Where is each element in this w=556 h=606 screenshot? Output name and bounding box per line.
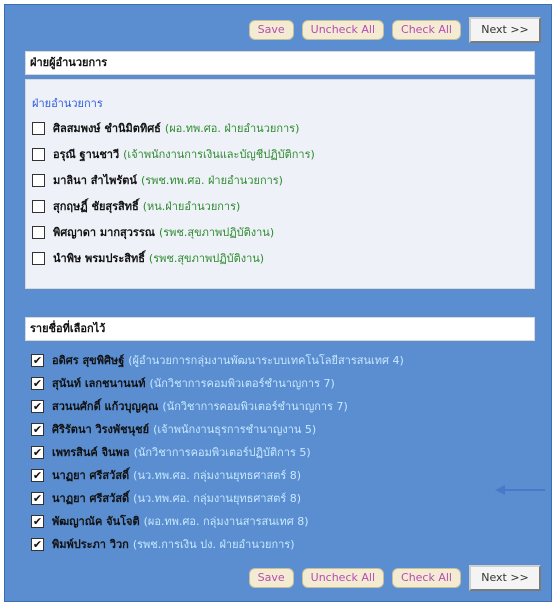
checkbox[interactable]: ✔ — [31, 399, 44, 413]
selected-list: ✔ อดิศร สุขพิศิษฐ์ (ผู้อำนวยการกลุ่มงานพัฒ… — [25, 350, 535, 560]
check-all-button[interactable]: Check All — [392, 20, 461, 40]
checkbox[interactable] — [32, 147, 45, 161]
person-name: อดิศร สุขพิศิษฐ์ — [52, 354, 125, 367]
person-name: นาฏยา ศรีสวัสดิ์ — [52, 492, 130, 505]
available-section-header: ฝ่ายผู้อำนวยการ — [25, 51, 535, 75]
list-item[interactable]: ✔ พิมพ์ประภา วิวก (รพช.การเงิน ปง. ฝ่ายอำน… — [31, 534, 295, 554]
checkbox[interactable] — [32, 121, 45, 135]
person-title: (รพช.สุขภาพปฏิบัติงาน) — [148, 252, 265, 265]
person-name: ศิลสมพงษ์ ชำนิมิตทิศธ์ — [53, 122, 161, 135]
checkbox[interactable]: ✔ — [31, 514, 44, 528]
uncheck-all-button[interactable]: Uncheck All — [301, 20, 385, 40]
person-name: สวนนศักดิ์ แก้วบุญคุณ — [52, 400, 159, 413]
checkbox[interactable] — [32, 251, 45, 265]
person-title: (นักวิชาการคอมพิวเตอร์ชำนาญการ 7) — [149, 377, 335, 390]
list-item[interactable]: นำพิษ พรมประสิทธิ์ (รพช.สุขภาพปฏิบัติงาน) — [32, 248, 264, 268]
user-selection-panel: Save Uncheck All Check All Next >> ฝ่ายผ… — [4, 4, 552, 602]
available-list: ฝ่ายอำนวยการ ศิลสมพงษ์ ชำนิมิตทิศธ์ (ผอ.ท… — [25, 79, 535, 289]
person-name: ศิริรัตนา วิรงพัชนุชย์ — [52, 423, 150, 436]
group-label: ฝ่ายอำนวยการ — [32, 97, 103, 110]
person-title: (รพช.การเงิน ปง. ฝ่ายอำนวยการ) — [132, 538, 295, 551]
list-item[interactable]: สุกฤษฏิ์ ชัยสุรสิทธิ์ (หน.ฝ่ายอำนวยการ) — [32, 196, 240, 216]
checkbox[interactable]: ✔ — [31, 491, 44, 505]
person-title: (ผอ.ทพ.ศอ. ฝ่ายอำนวยการ) — [164, 122, 300, 135]
next-button-bottom[interactable]: Next >> — [469, 565, 541, 591]
person-title: (นักวิชาการคอมพิวเตอร์ชำนาญการ 7) — [162, 400, 348, 413]
person-title: (ผอ.ทพ.ศอ. กลุ่มงานสารสนเทศ 8) — [143, 515, 309, 528]
person-title: (รพช.สุขภาพปฏิบัติงาน) — [158, 226, 275, 239]
person-name: อรุณี ฐานชาวี — [53, 148, 120, 161]
checkbox[interactable]: ✔ — [31, 468, 44, 482]
next-button[interactable]: Next >> — [469, 17, 541, 43]
list-item[interactable]: ✔ สวนนศักดิ์ แก้วบุญคุณ (นักวิชาการคอมพิวเ… — [31, 396, 348, 416]
checkbox[interactable] — [32, 173, 45, 187]
list-item[interactable]: ✔ ศิริรัตนา วิรงพัชนุชย์ (เจ้าพนักงานธุรกา… — [31, 419, 316, 439]
list-item[interactable]: ✔ พัฒญาณัค จันโจติ (ผอ.ทพ.ศอ. กลุ่มงานสารส… — [31, 511, 309, 531]
person-title: (ผู้อำนวยการกลุ่มงานพัฒนาระบบเทคโนโลยีสา… — [128, 354, 404, 367]
list-item[interactable]: พิศญาดา มากสุวรรณ (รพช.สุขภาพปฏิบัติงาน) — [32, 222, 274, 242]
list-item[interactable]: ✔ นาฏยา ศรีสวัสดิ์ (นว.ทพ.ศอ. กลุ่มงานยุทธ… — [31, 465, 301, 485]
person-title: (เจ้าพนักงานธุรการชำนาญงาน 5) — [153, 423, 317, 436]
list-item[interactable]: ✔ นาฏยา ศรีสวัสดิ์ (นว.ทพ.ศอ. กลุ่มงานยุทธ… — [31, 488, 301, 508]
person-title: (นว.ทพ.ศอ. กลุ่มงานยุทธศาสตร์ 8) — [133, 492, 302, 505]
checkbox[interactable]: ✔ — [31, 376, 44, 390]
person-name: พิศญาดา มากสุวรรณ — [53, 226, 155, 239]
list-item[interactable]: ✔ เพทรสินค์ จินพล (นักวิชาการคอมพิวเตอร์ปฏ… — [31, 442, 311, 462]
person-title: (เจ้าพนักงานการเงินและบัญชีปฏิบัติการ) — [123, 148, 315, 161]
top-toolbar: Save Uncheck All Check All Next >> — [248, 17, 541, 43]
person-name: สุกฤษฏิ์ ชัยสุรสิทธิ์ — [53, 200, 139, 213]
list-item[interactable]: มาลินา สำไพรัตน์ (รพช.ทพ.ศอ. ฝ่ายอำนวยการ… — [32, 170, 283, 190]
checkbox[interactable]: ✔ — [31, 537, 44, 551]
save-button-bottom[interactable]: Save — [248, 568, 294, 588]
person-name: มาลินา สำไพรัตน์ — [53, 174, 137, 187]
person-name: นำพิษ พรมประสิทธิ์ — [53, 252, 145, 265]
person-name: สุนันท์ เลกชนานนท์ — [52, 377, 146, 390]
left-arrow-icon — [495, 485, 545, 495]
person-name: เพทรสินค์ จินพล — [52, 446, 130, 459]
person-title: (หน.ฝ่ายอำนวยการ) — [142, 200, 241, 213]
person-name: พิมพ์ประภา วิวก — [52, 538, 129, 551]
checkbox[interactable]: ✔ — [31, 422, 44, 436]
person-name: พัฒญาณัค จันโจติ — [52, 515, 140, 528]
save-button[interactable]: Save — [248, 20, 294, 40]
list-item[interactable]: ✔ สุนันท์ เลกชนานนท์ (นักวิชาการคอมพิวเตอร… — [31, 373, 335, 393]
checkbox[interactable] — [32, 199, 45, 213]
person-title: (นักวิชาการคอมพิวเตอร์ปฏิบัติการ 5) — [133, 446, 311, 459]
selected-section-header: รายชื่อที่เลือกไว้ — [25, 317, 535, 341]
uncheck-all-button-bottom[interactable]: Uncheck All — [301, 568, 385, 588]
person-title: (รพช.ทพ.ศอ. ฝ่ายอำนวยการ) — [140, 174, 283, 187]
checkbox[interactable]: ✔ — [31, 353, 44, 367]
bottom-toolbar: Save Uncheck All Check All Next >> — [248, 565, 541, 591]
checkbox[interactable]: ✔ — [31, 445, 44, 459]
list-item[interactable]: ✔ อดิศร สุขพิศิษฐ์ (ผู้อำนวยการกลุ่มงานพัฒ… — [31, 350, 404, 370]
check-all-button-bottom[interactable]: Check All — [392, 568, 461, 588]
person-name: นาฏยา ศรีสวัสดิ์ — [52, 469, 130, 482]
list-item[interactable]: ศิลสมพงษ์ ชำนิมิตทิศธ์ (ผอ.ทพ.ศอ. ฝ่ายอำน… — [32, 118, 299, 138]
person-title: (นว.ทพ.ศอ. กลุ่มงานยุทธศาสตร์ 8) — [133, 469, 302, 482]
checkbox[interactable] — [32, 225, 45, 239]
list-item[interactable]: อรุณี ฐานชาวี (เจ้าพนักงานการเงินและบัญชี… — [32, 144, 315, 164]
